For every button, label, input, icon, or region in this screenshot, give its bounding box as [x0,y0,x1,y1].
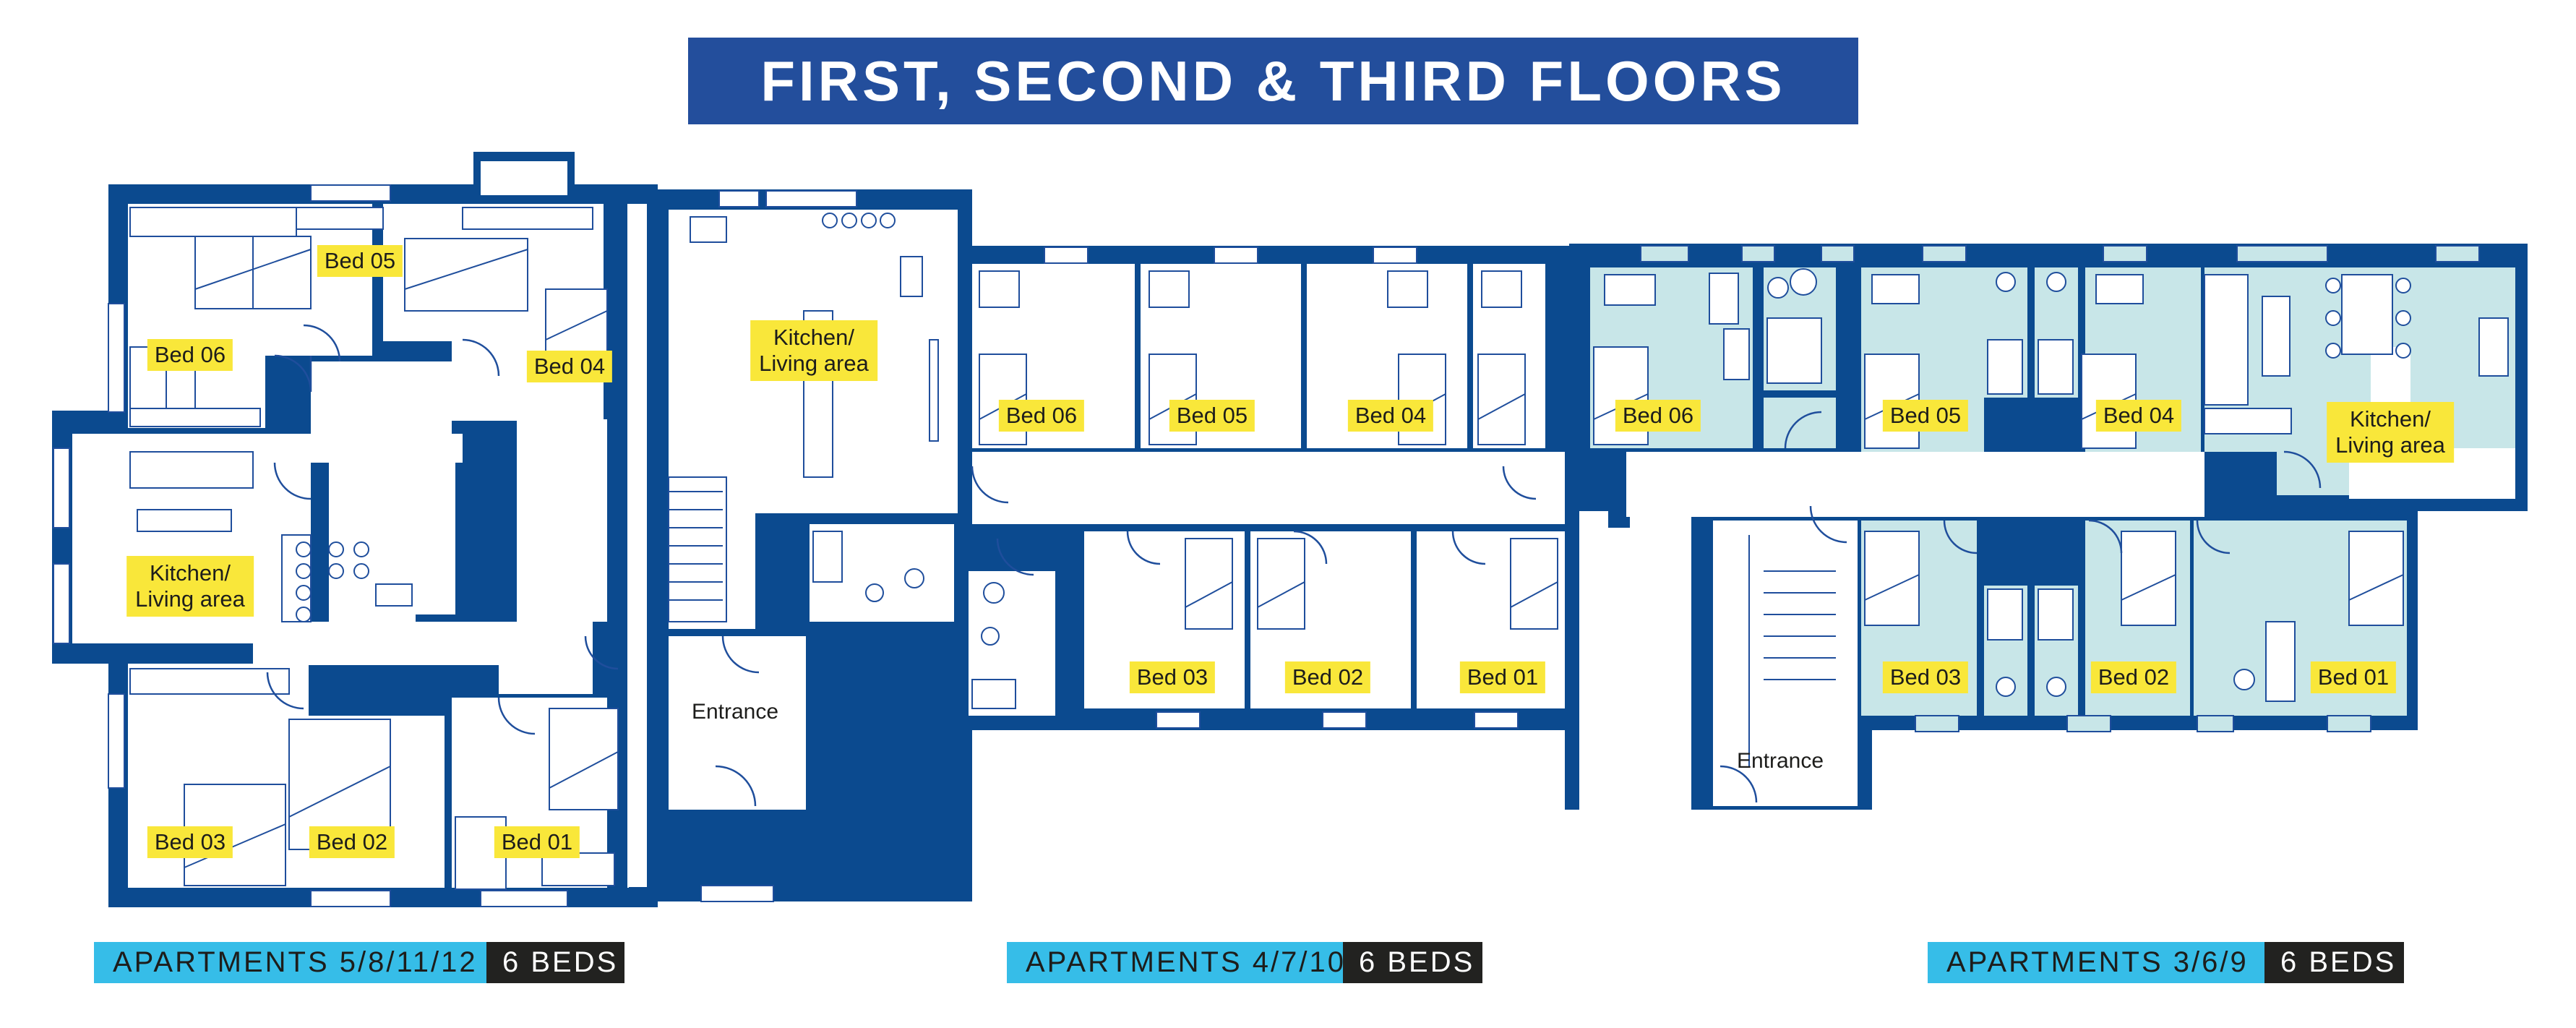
room-label-middle-kitchen: Kitchen/ Living area [750,320,877,381]
room-label-east-kitchen: Kitchen/ Living area [2327,402,2454,463]
room-label-east-bed-06: Bed 06 [1615,400,1701,432]
apartment-numbers-middle: APARTMENTS 4/7/10 [1007,942,1344,983]
east-building [1569,244,2528,810]
room-label-middle-bed-01: Bed 01 [1459,661,1546,693]
apartment-numbers-east: APARTMENTS 3/6/9 [1928,942,2264,983]
room-label-east-bed-01: Bed 01 [2310,661,2397,693]
apartment-tag-middle: APARTMENTS 4/7/10 6 BEDS [1007,942,1482,983]
room-label-west-bed-01: Bed 01 [494,826,580,858]
east-stair-core [1565,506,1713,810]
room-label-middle-bed-04: Bed 04 [1347,400,1434,432]
room-label-middle-bed-06: Bed 06 [998,400,1085,432]
entrance-label-east: Entrance [1736,749,1824,773]
room-label-middle-bed-05: Bed 05 [1169,400,1255,432]
room-label-middle-bed-03: Bed 03 [1129,661,1216,693]
room-label-west-bed-03: Bed 03 [147,826,233,858]
room-label-east-bed-05: Bed 05 [1882,400,1969,432]
room-label-east-bed-02: Bed 02 [2090,661,2177,693]
floor-plan [52,152,2528,907]
apartment-numbers-west: APARTMENTS 5/8/11/12 [94,942,486,983]
room-label-west-bed-02: Bed 02 [309,826,395,858]
beds-count-east: 6 BEDS [2264,942,2404,983]
middle-building [647,189,1590,902]
page-title: FIRST, SECOND & THIRD FLOORS [688,38,1858,124]
room-label-east-bed-03: Bed 03 [1882,661,1969,693]
room-label-east-bed-04: Bed 04 [2095,400,2182,432]
apartment-tag-west: APARTMENTS 5/8/11/12 6 BEDS [94,942,624,983]
room-label-west-kitchen: Kitchen/ Living area [126,556,254,617]
room-label-west-bed-06: Bed 06 [147,339,233,371]
beds-count-west: 6 BEDS [486,942,624,983]
room-label-west-bed-05: Bed 05 [317,245,403,277]
apartment-tag-east: APARTMENTS 3/6/9 6 BEDS [1928,942,2404,983]
room-label-west-bed-04: Bed 04 [526,351,613,382]
room-label-middle-bed-02: Bed 02 [1284,661,1371,693]
entrance-label-middle: Entrance [691,700,779,724]
beds-count-middle: 6 BEDS [1343,942,1482,983]
